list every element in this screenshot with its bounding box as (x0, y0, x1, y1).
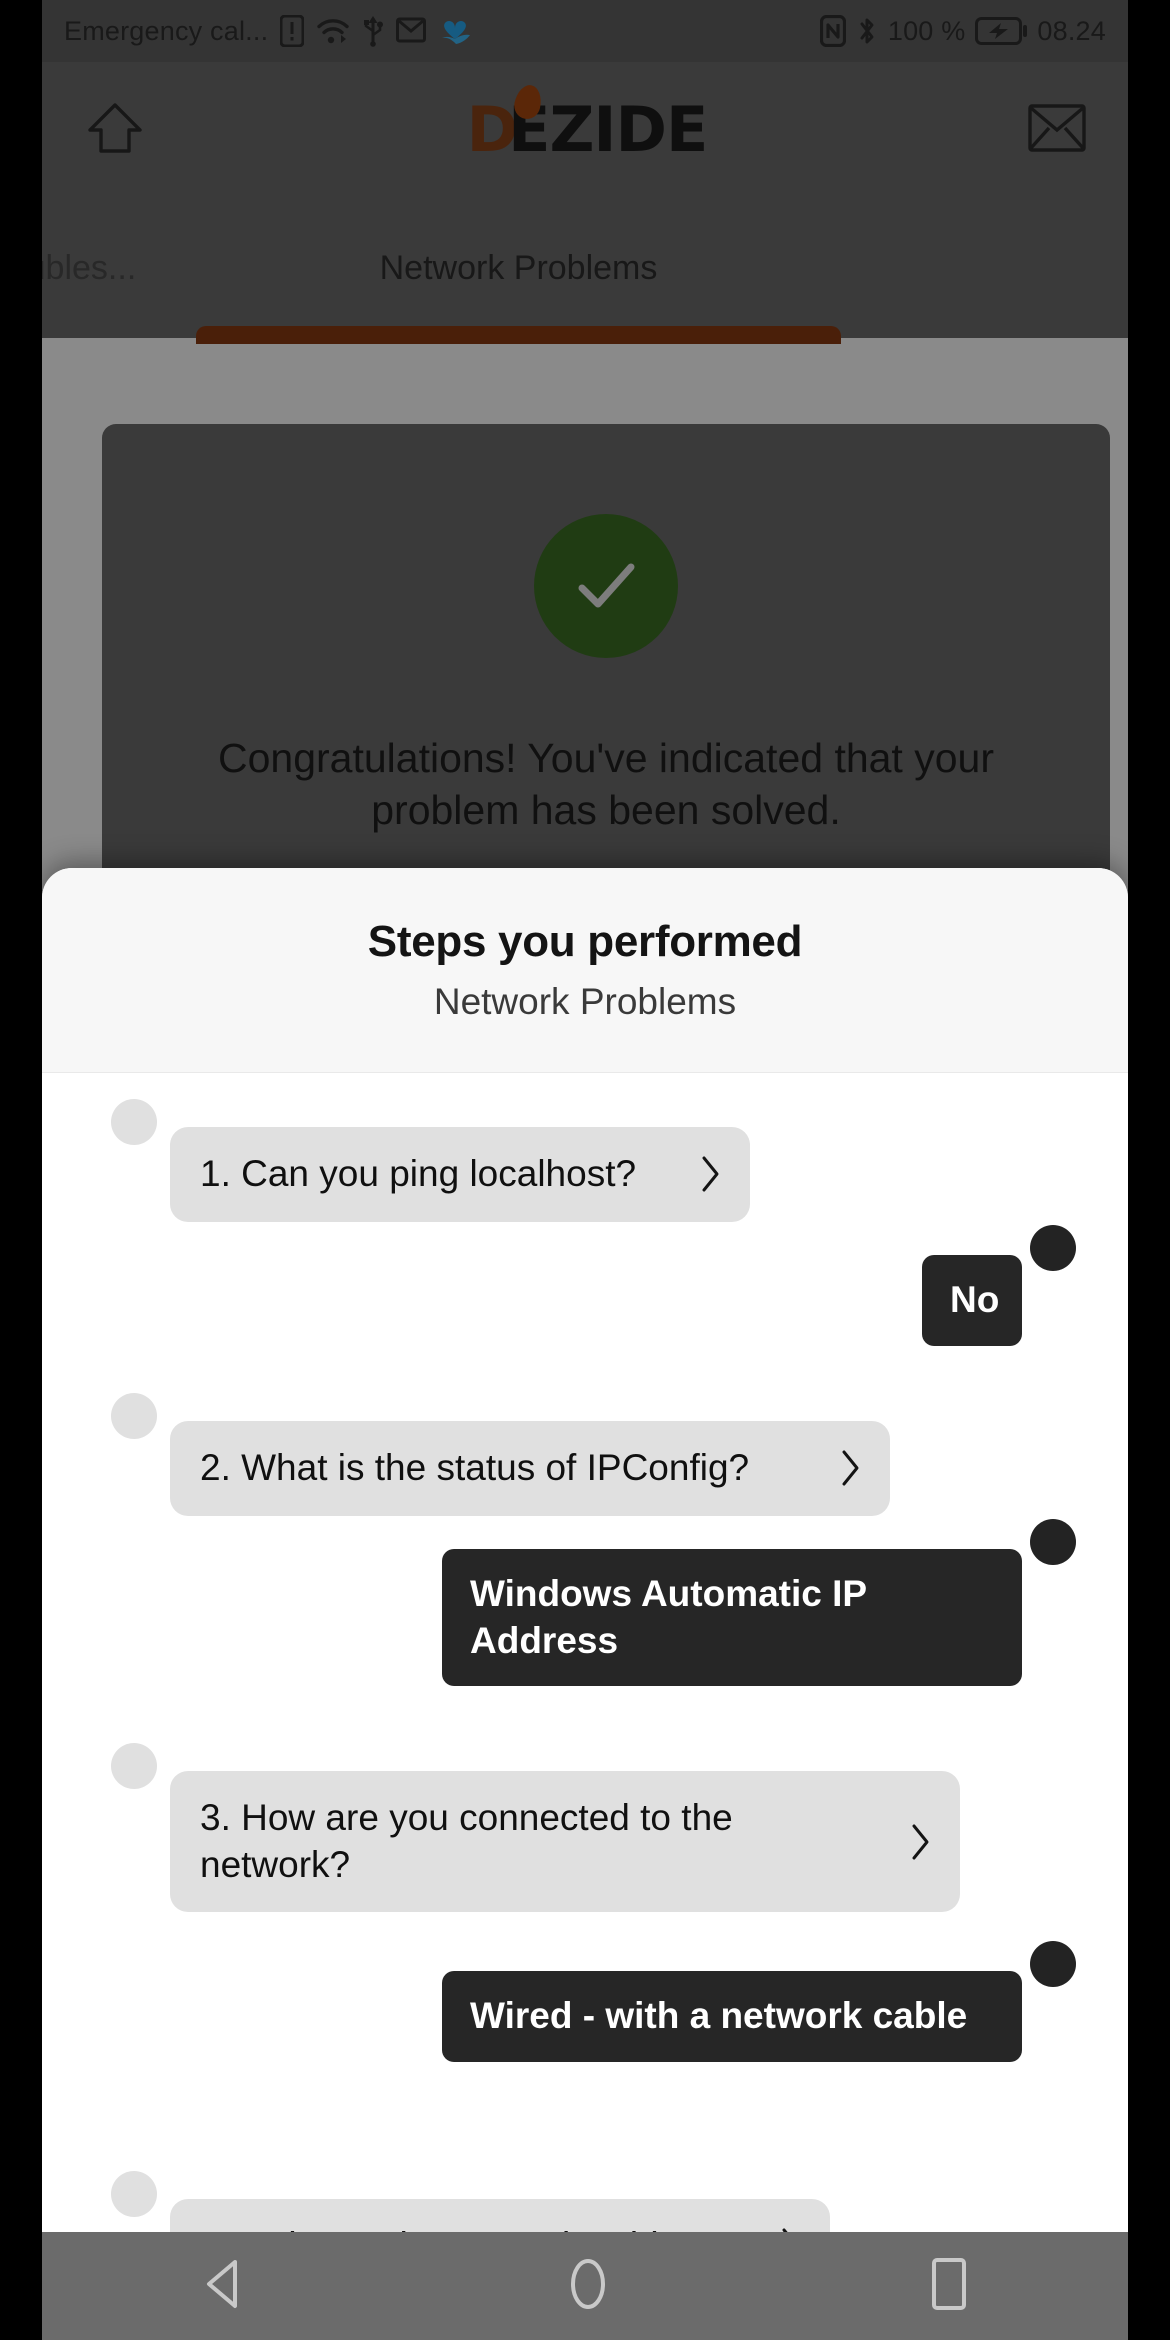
sheet-header: Steps you performed Network Problems (42, 868, 1128, 1073)
step-answer-label: No (950, 1279, 1000, 1320)
battery-percent-label: 100 % (887, 15, 966, 46)
tab-active-underline (196, 326, 841, 344)
tab-network-problems[interactable]: Network Problems (196, 198, 841, 344)
wifi-icon (316, 17, 350, 45)
step-answer-label: Wired - with a network cable (470, 1995, 968, 2036)
chevron-right-icon (840, 1448, 862, 1488)
tab-network-problems-label: Network Problems (379, 248, 658, 287)
step-question-label: 3. How are you connected to the network? (200, 1797, 733, 1885)
step-answer-bubble: Wired - with a network cable (442, 1971, 1022, 2062)
carrier-label: Emergency cal... (64, 15, 269, 46)
answer-marker-dot (1030, 1941, 1076, 1987)
step-question-bubble[interactable]: 2. What is the status of IPConfig? (170, 1421, 890, 1516)
chevron-right-icon (910, 1822, 932, 1862)
check-circle-icon (534, 514, 678, 658)
step-marker-dot (111, 1099, 157, 1145)
android-nav-bar (42, 2232, 1128, 2340)
health-heart-icon (438, 15, 472, 47)
steps-performed-sheet: Steps you performed Network Problems 1. … (42, 868, 1128, 2340)
app-header: D EZIDE (42, 62, 1128, 198)
battery-charging-icon (975, 17, 1028, 45)
recents-square-icon[interactable] (929, 2257, 969, 2316)
dezide-logo: D EZIDE (467, 82, 708, 161)
clock-label: 08.24 (1037, 15, 1106, 46)
step-marker-dot (111, 1743, 157, 1789)
step-question-label: 2. What is the status of IPConfig? (200, 1447, 750, 1488)
home-circle-icon[interactable] (565, 2256, 611, 2317)
tab-troubles-label: oubles... (42, 248, 137, 287)
gmail-icon (396, 16, 427, 46)
tab-bar: oubles... Network Problems (42, 198, 1128, 344)
step-answer-bubble: Windows Automatic IP Address (442, 1549, 1022, 1687)
sheet-subtitle: Network Problems (433, 981, 737, 1022)
status-bar: Emergency cal... 100 % 08.24 (42, 0, 1128, 62)
sim-alert-icon (280, 15, 305, 47)
usb-icon (362, 15, 384, 47)
home-icon[interactable] (84, 97, 146, 164)
step-question-label: 1. Can you ping localhost? (200, 1153, 637, 1194)
success-message: Congratulations! You've indicated that y… (218, 735, 994, 834)
nfc-icon (819, 15, 846, 47)
step-marker-dot (111, 1393, 157, 1439)
chevron-right-icon (700, 1154, 722, 1194)
phone-screenshot: Emergency cal... 100 % 08.24 D EZIDE ble… (0, 0, 1170, 2340)
bluetooth-icon (856, 15, 878, 47)
step-question-bubble[interactable]: 3. How are you connected to the network? (170, 1771, 960, 1913)
sheet-title: Steps you performed (367, 917, 803, 966)
step-answer-bubble: No (922, 1255, 1022, 1346)
step-question-bubble[interactable]: 1. Can you ping localhost? (170, 1127, 750, 1222)
answer-marker-dot (1030, 1519, 1076, 1565)
step-marker-dot (111, 2171, 157, 2217)
status-bar-left: Emergency cal... (64, 15, 820, 47)
app-viewport: Emergency cal... 100 % 08.24 D EZIDE ble… (42, 0, 1128, 2340)
status-bar-right: 100 % 08.24 (819, 15, 1106, 47)
back-triangle-icon[interactable] (201, 2258, 247, 2315)
envelope-icon[interactable] (1028, 103, 1086, 157)
step-answer-label: Windows Automatic IP Address (470, 1573, 867, 1661)
tab-troubles-partial[interactable]: oubles... (42, 198, 172, 338)
answer-marker-dot (1030, 1225, 1076, 1271)
steps-list[interactable]: 1. Can you ping localhost? No 2. What is t… (42, 1073, 1128, 2340)
